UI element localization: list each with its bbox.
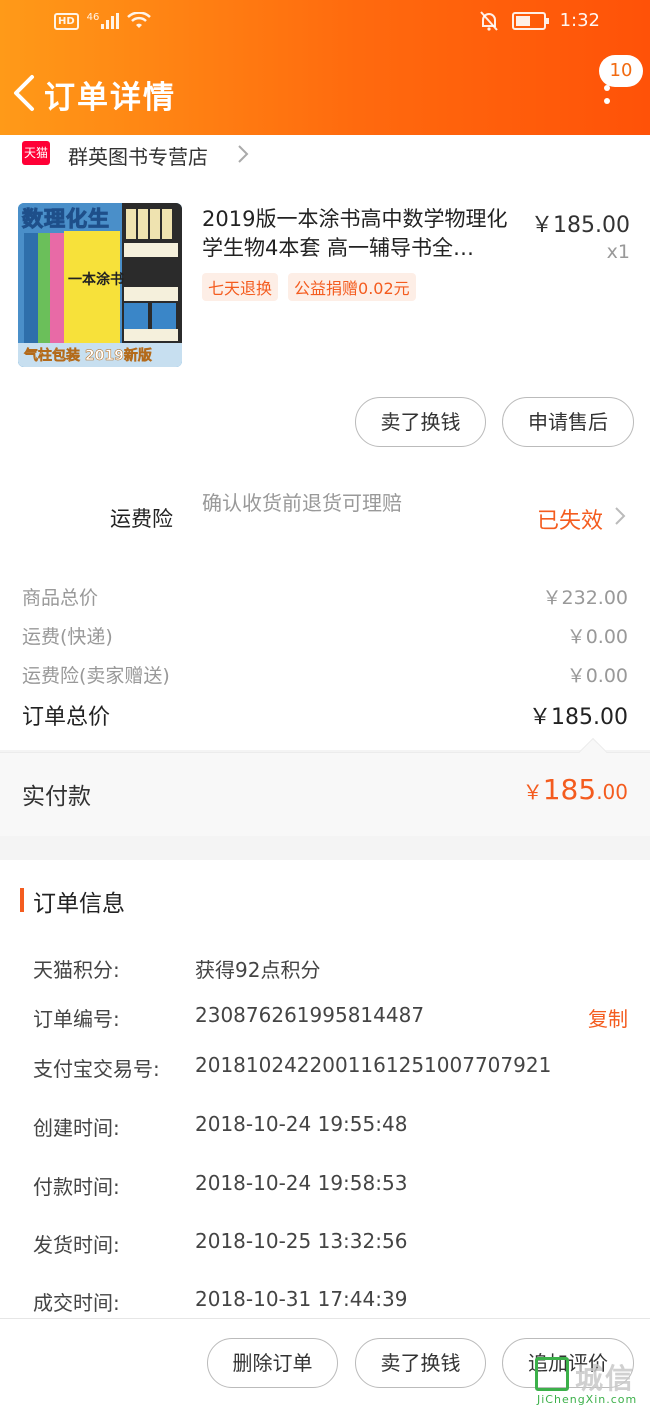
status-left: HD 46 <box>54 11 152 30</box>
tmall-logo-icon: 天猫 <box>22 141 50 165</box>
order-info-title: 订单信息 <box>33 891 125 917</box>
order-total-label: 订单总价 <box>22 705 111 730</box>
product-tags: 七天退换 公益捐赠0.02元 <box>202 273 416 301</box>
thumb-title-text: 数理化生 <box>22 207 110 232</box>
status-bar: HD 46 1:32 <box>0 0 650 48</box>
app-header: HD 46 1:32 订单详情 10 <box>0 0 650 135</box>
price-summary: 商品总价 ￥232.00 运费(快递) ￥0.00 运费险(卖家赠送) ￥0.0… <box>0 575 650 750</box>
page-title: 订单详情 <box>44 80 176 116</box>
delete-order-button[interactable]: 删除订单 <box>207 1338 338 1388</box>
summary-row-goods: 商品总价 ￥232.00 <box>22 583 628 610</box>
summary-label: 商品总价 <box>22 587 99 609</box>
actual-payment-amount: ￥185.00 <box>523 773 628 806</box>
info-value: 2018-10-24 19:55:48 <box>195 1112 408 1136</box>
info-key: 付款时间: <box>33 1175 120 1199</box>
message-count-badge[interactable]: 10 <box>599 55 643 87</box>
summary-row-shipping: 运费(快递) ￥0.00 <box>22 622 628 649</box>
actual-payment-row: 实付款 ￥185.00 <box>0 737 650 836</box>
amount-decimal: .00 <box>596 780 628 804</box>
summary-label: 运费(快递) <box>22 626 113 648</box>
chevron-right-icon <box>238 145 249 163</box>
battery-icon <box>511 11 549 30</box>
tag-charity-donation: 公益捐赠0.02元 <box>288 273 416 301</box>
product-thumbnail[interactable]: 数理化生 一本涂书 气柱包装 2019新版 <box>18 203 182 367</box>
info-key: 天猫积分: <box>33 958 120 982</box>
shop-row[interactable]: 天猫 群英图书专营店 <box>0 135 650 175</box>
watermark-logo-icon <box>535 1357 569 1391</box>
order-info-section: 订单信息 天猫积分: 获得92点积分 订单编号: 230876261995814… <box>0 860 650 1320</box>
more-dot-icon <box>604 98 610 104</box>
signal-icon <box>101 13 120 29</box>
summary-value: ￥232.00 <box>542 587 628 609</box>
site-watermark: 城信 JiChengXin.com <box>533 1355 650 1408</box>
hd-icon: HD <box>54 12 79 30</box>
section-accent-bar <box>20 888 24 912</box>
product-title[interactable]: 2019版一本涂书高中数学物理化学生物4本套 高一辅导书全… <box>202 205 522 263</box>
copy-button[interactable]: 复制 <box>588 1003 628 1032</box>
summary-row-total: 订单总价 ￥185.00 <box>22 699 628 731</box>
watermark-text: 城信 <box>575 1362 636 1395</box>
order-total-value: ￥185.00 <box>529 705 628 730</box>
nav-bar: 订单详情 10 <box>0 55 650 135</box>
summary-row-insurance: 运费险(卖家赠送) ￥0.00 <box>22 661 628 688</box>
after-sale-button[interactable]: 申请售后 <box>502 397 634 447</box>
network-type: 46 <box>86 11 100 23</box>
info-value: 2018-10-24 19:58:53 <box>195 1171 408 1195</box>
tag-seven-day-return: 七天退换 <box>202 273 279 301</box>
product-card: 数理化生 一本涂书 气柱包装 2019新版 2019版一本涂书高中数学物理化学生… <box>0 175 650 575</box>
info-value: 2018-10-31 17:44:39 <box>195 1287 408 1311</box>
summary-label: 运费险(卖家赠送) <box>22 665 170 687</box>
info-value: 2018-10-25 13:32:56 <box>195 1229 408 1253</box>
clock: 1:32 <box>559 10 600 31</box>
bell-off-icon <box>479 10 498 31</box>
info-key: 支付宝交易号: <box>33 1057 160 1081</box>
info-value: 获得92点积分 <box>195 958 321 982</box>
info-value: 230876261995814487 <box>195 1003 425 1027</box>
sell-for-cash-button[interactable]: 卖了换钱 <box>355 397 486 447</box>
more-menu-button[interactable] <box>592 85 622 135</box>
actual-payment-label: 实付款 <box>22 784 91 810</box>
thumb-bottom-text: 气柱包装 2019新版 <box>24 348 152 365</box>
amount-integer: 185 <box>542 773 597 806</box>
thumb-center-text: 一本涂书 <box>68 272 124 288</box>
shipping-insurance-status[interactable]: 已失效 <box>537 503 603 535</box>
shipping-insurance-desc: 确认收货前退货可理赔 <box>202 491 402 515</box>
back-chevron-icon[interactable] <box>10 73 40 113</box>
info-key: 发货时间: <box>33 1233 120 1257</box>
watermark-url: JiChengXin.com <box>537 1393 638 1406</box>
summary-value: ￥0.00 <box>566 665 628 687</box>
info-key: 成交时间: <box>33 1291 120 1315</box>
sell-for-cash-button[interactable]: 卖了换钱 <box>355 1338 486 1388</box>
shop-name[interactable]: 群英图书专营店 <box>68 141 208 170</box>
info-key: 创建时间: <box>33 1116 120 1140</box>
shipping-insurance-label: 运费险 <box>110 507 173 531</box>
summary-value: ￥0.00 <box>566 626 628 648</box>
currency-symbol: ￥ <box>522 780 543 804</box>
info-key: 订单编号: <box>33 1007 120 1031</box>
wifi-icon <box>127 12 152 28</box>
info-value: 2018102422001161251007707921 <box>195 1053 552 1077</box>
status-right: 1:32 <box>479 10 600 31</box>
chevron-right-icon[interactable] <box>613 505 627 527</box>
product-price: ￥185.00 <box>531 213 630 238</box>
product-quantity: x1 <box>606 241 630 263</box>
